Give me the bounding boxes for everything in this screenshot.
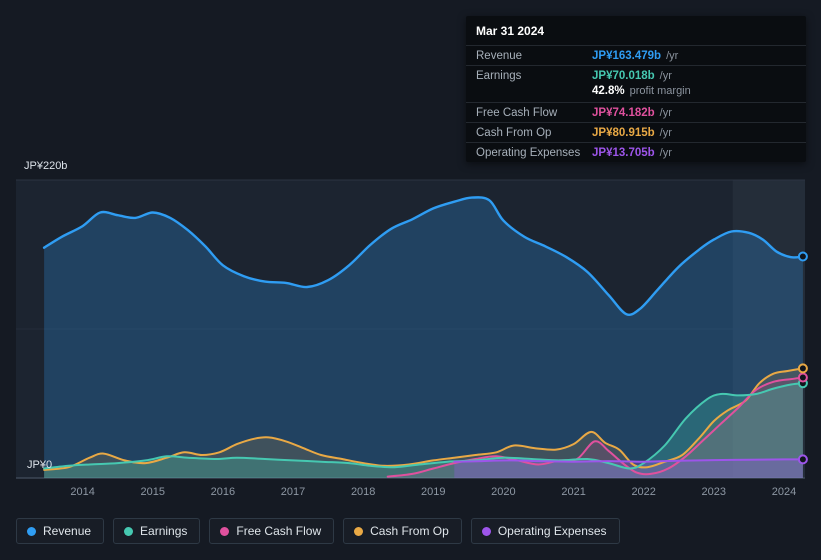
tooltip-label: Revenue: [476, 50, 523, 62]
legend-label: Revenue: [43, 524, 92, 538]
tooltip-row-cash-from-op: Cash From Op JP¥80.915b /yr: [466, 122, 806, 142]
tooltip-suffix: /yr: [666, 50, 679, 62]
legend-dot: [27, 526, 36, 536]
legend-label: Operating Expenses: [497, 524, 607, 538]
x-axis-label-2015: 2015: [140, 486, 166, 498]
tooltip-value: JP¥70.018b: [592, 70, 655, 82]
tooltip-row-operating-expenses: Operating Expenses JP¥13.705b /yr: [466, 142, 806, 162]
legend-item-operating-expenses[interactable]: Operating Expenses: [470, 518, 620, 544]
tooltip-value: 42.8%: [592, 85, 625, 97]
tooltip-row-earnings: Earnings JP¥70.018b /yr: [466, 65, 806, 85]
legend-dot: [481, 526, 491, 536]
tooltip-row-revenue: Revenue JP¥163.479b /yr: [466, 45, 806, 65]
chart-legend: Revenue Earnings Free Cash Flow Cash From O…: [16, 518, 620, 544]
tooltip-date: Mar 31 2024: [476, 24, 545, 38]
legend-dot: [354, 526, 364, 536]
x-axis-label-2021: 2021: [561, 486, 586, 498]
x-axis-label-2023: 2023: [701, 486, 727, 498]
tooltip-value: JP¥74.182b: [592, 107, 655, 119]
legend-item-cash-from-op[interactable]: Cash From Op: [343, 518, 462, 544]
y-axis-zero-label: JP¥0: [27, 459, 53, 471]
tooltip-row-free-cash-flow: Free Cash Flow JP¥74.182b /yr: [466, 102, 806, 122]
tooltip-suffix: profit margin: [629, 85, 691, 97]
legend-label: Earnings: [140, 524, 188, 538]
x-axis-label-2024: 2024: [771, 486, 797, 498]
legend-dot: [124, 526, 134, 536]
legend-label: Free Cash Flow: [236, 524, 322, 538]
tooltip-value: JP¥163.479b: [592, 50, 662, 62]
legend-item-free-cash-flow[interactable]: Free Cash Flow: [209, 518, 335, 544]
tooltip-label: Operating Expenses: [476, 147, 581, 159]
chart-tooltip: Mar 31 2024 Revenue JP¥163.479b /yr Earn…: [466, 16, 806, 162]
tooltip-value: JP¥80.915b: [592, 127, 655, 139]
x-axis-label-2018: 2018: [350, 486, 376, 498]
tooltip-label: Cash From Op: [476, 127, 552, 139]
x-axis-label-2016: 2016: [210, 486, 236, 498]
x-axis-label-2017: 2017: [280, 486, 306, 498]
x-axis-label-2022: 2022: [631, 486, 656, 498]
tooltip-label: Free Cash Flow: [476, 107, 558, 119]
legend-item-earnings[interactable]: Earnings: [113, 518, 201, 544]
tooltip-suffix: /yr: [659, 127, 672, 139]
legend-dot: [220, 526, 230, 536]
tooltip-suffix: /yr: [659, 147, 672, 159]
x-axis-label-2014: 2014: [70, 486, 95, 498]
tooltip-row-profit-margin: 42.8% profit margin: [466, 85, 806, 102]
x-axis-label-2019: 2019: [421, 486, 446, 498]
tooltip-value: JP¥13.705b: [592, 147, 655, 159]
legend-item-revenue[interactable]: Revenue: [16, 518, 105, 544]
tooltip-suffix: /yr: [659, 70, 672, 82]
tooltip-label: Earnings: [476, 70, 522, 82]
y-axis-max-label: JP¥220b: [24, 160, 68, 172]
x-axis-label-2020: 2020: [491, 486, 516, 498]
legend-label: Cash From Op: [370, 524, 449, 538]
stock-financials-chart-panel: JP¥220b JP¥0 2014 2015 2016 2017 2018 2019 202…: [0, 0, 821, 560]
tooltip-suffix: /yr: [659, 107, 672, 119]
